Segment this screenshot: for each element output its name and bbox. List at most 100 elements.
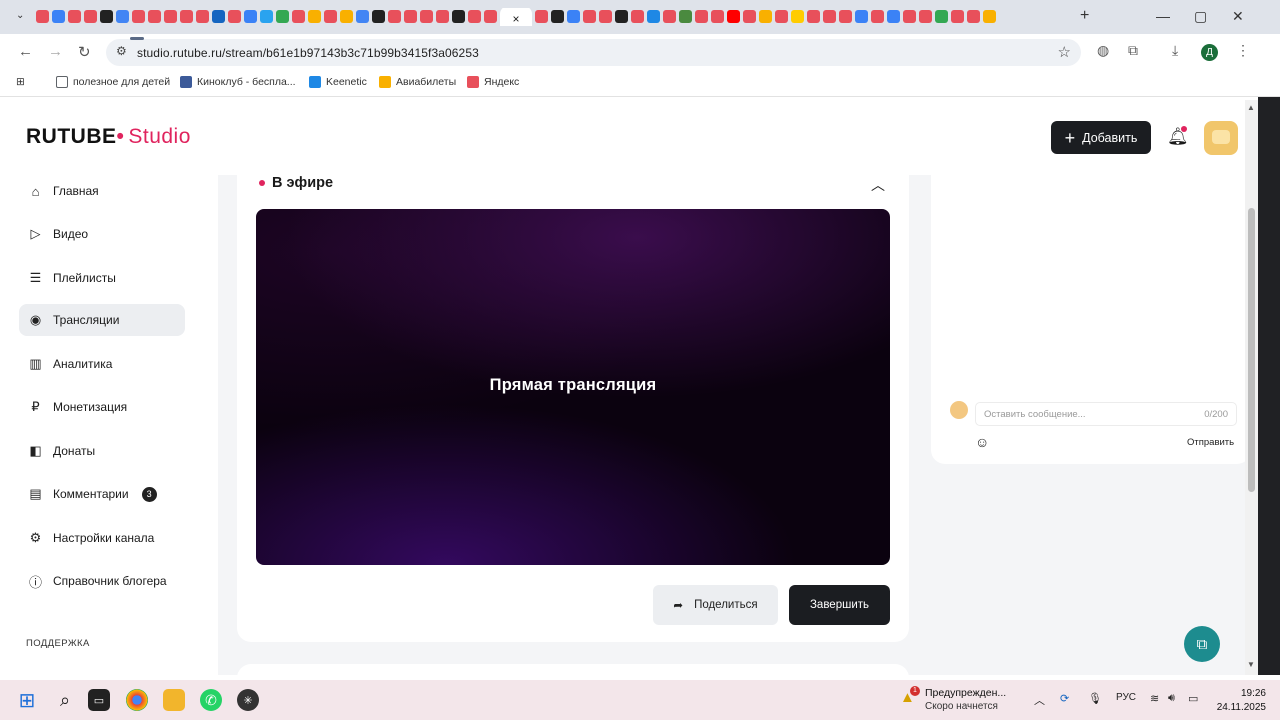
tab-favicon-icon[interactable] (132, 10, 145, 23)
bookmark-star-icon[interactable]: ☆ (1058, 43, 1071, 61)
tab-favicon-icon[interactable] (567, 10, 580, 23)
tray-chevron-icon[interactable]: ︿ (1034, 692, 1045, 708)
tab-favicon-icon[interactable] (340, 10, 353, 23)
support-chat-button[interactable]: ⧉ (1184, 626, 1220, 662)
tab-favicon-icon[interactable] (52, 10, 65, 23)
tab-favicon-icon[interactable] (84, 10, 97, 23)
tab-favicon-icon[interactable] (759, 10, 772, 23)
active-tab-close-icon[interactable]: × (500, 8, 532, 26)
tray-app-icon[interactable]: ⟳ (1060, 692, 1069, 705)
tab-favicon-icon[interactable] (823, 10, 836, 23)
tab-favicon-icon[interactable] (551, 10, 564, 23)
url-text[interactable]: studio.rutube.ru/stream/b61e1b97143b3c71… (137, 46, 479, 60)
tab-favicon-icon[interactable] (663, 10, 676, 23)
tab-favicon-icon[interactable] (468, 10, 481, 23)
bookmark-item[interactable]: Авиабилеты (379, 76, 456, 88)
tab-favicon-icon[interactable] (276, 10, 289, 23)
finish-stream-button[interactable]: Завершить (789, 585, 890, 625)
extensions-icon[interactable]: ⧉ (1128, 42, 1138, 59)
tab-favicon-icon[interactable] (807, 10, 820, 23)
chrome-icon[interactable] (126, 689, 148, 711)
tab-favicon-icon[interactable] (420, 10, 433, 23)
tab-favicon-icon[interactable] (679, 10, 692, 23)
chat-message-input[interactable]: Оставить сообщение... 0/200 (975, 402, 1237, 426)
tab-favicon-icon[interactable] (967, 10, 980, 23)
tab-favicon-icon[interactable] (743, 10, 756, 23)
tab-favicon-icon[interactable] (196, 10, 209, 23)
task-view-icon[interactable]: ▭ (88, 689, 110, 711)
tab-favicon-icon[interactable] (356, 10, 369, 23)
chevron-up-icon[interactable]: ︿ (871, 175, 885, 195)
tab-favicon-icon[interactable] (436, 10, 449, 23)
tab-favicon-icon[interactable] (180, 10, 193, 23)
battery-icon[interactable]: ▭ (1188, 692, 1198, 705)
profile-avatar[interactable]: Д (1201, 44, 1218, 61)
tab-favicon-icon[interactable] (244, 10, 257, 23)
tab-favicon-icon[interactable] (100, 10, 113, 23)
tab-favicon-icon[interactable] (695, 10, 708, 23)
close-window-icon[interactable]: ✕ (1232, 8, 1244, 25)
search-icon[interactable]: ⌕ (54, 689, 76, 711)
tab-favicon-icon[interactable] (388, 10, 401, 23)
tab-favicon-icon[interactable] (839, 10, 852, 23)
apps-grid-icon[interactable]: ⊞ (16, 76, 25, 88)
tab-favicon-icon[interactable] (935, 10, 948, 23)
browser-menu-icon[interactable]: ⋮ (1236, 42, 1250, 59)
system-clock[interactable]: 19:26 24.11.2025 (1212, 687, 1266, 715)
tab-favicon-icon[interactable] (711, 10, 724, 23)
tab-favicon-icon[interactable] (68, 10, 81, 23)
tab-favicon-icon[interactable] (404, 10, 417, 23)
scroll-up-icon[interactable]: ▲ (1247, 103, 1255, 112)
tab-favicon-icon[interactable] (308, 10, 321, 23)
tab-favicon-icon[interactable] (535, 10, 548, 23)
tab-favicon-icon[interactable] (919, 10, 932, 23)
windows-start-icon[interactable]: ⊞ (16, 689, 38, 712)
tab-favicon-icon[interactable] (599, 10, 612, 23)
tab-favicon-icon[interactable] (871, 10, 884, 23)
sidebar-item-home[interactable]: ⌂ Главная (19, 175, 185, 207)
tab-favicon-icon[interactable] (583, 10, 596, 23)
app-icon[interactable]: ✳ (237, 689, 259, 711)
translate-icon[interactable]: ◍ (1097, 42, 1109, 59)
bookmark-item[interactable]: Яндекс (467, 76, 519, 88)
sidebar-item-donations[interactable]: ◧ Донаты (19, 435, 185, 467)
tab-favicon-icon[interactable] (228, 10, 241, 23)
forward-icon[interactable]: → (48, 43, 63, 60)
sidebar-item-monetization[interactable]: ₽ Монетизация (19, 391, 185, 423)
tab-favicon-icon[interactable] (775, 10, 788, 23)
tab-favicon-icon[interactable] (727, 10, 740, 23)
share-button[interactable]: ➦ Поделиться (653, 585, 778, 625)
reload-icon[interactable]: ↻ (78, 43, 91, 61)
tab-favicon-icon[interactable] (372, 10, 385, 23)
tab-favicon-icon[interactable] (260, 10, 273, 23)
user-avatar[interactable] (1204, 121, 1238, 155)
add-button[interactable]: + Добавить (1051, 121, 1151, 154)
bookmark-item[interactable]: полезное для детей (56, 76, 170, 88)
download-icon[interactable]: ⤓ (1172, 42, 1178, 59)
language-indicator[interactable]: РУС (1116, 692, 1136, 703)
tab-favicon-icon[interactable] (631, 10, 644, 23)
sidebar-item-blogger-guide[interactable]: ⓘ Справочник блогера (19, 565, 185, 597)
tab-favicon-icon[interactable] (292, 10, 305, 23)
tab-favicon-icon[interactable] (791, 10, 804, 23)
tab-favicon-icon[interactable] (647, 10, 660, 23)
tab-favicon-icon[interactable] (951, 10, 964, 23)
video-player[interactable]: Прямая трансляция (256, 209, 890, 565)
sidebar-item-analytics[interactable]: ▥ Аналитика (19, 348, 185, 380)
scroll-down-icon[interactable]: ▼ (1247, 660, 1255, 669)
address-bar[interactable]: ⚙ studio.rutube.ru/stream/b61e1b97143b3c… (106, 39, 1081, 66)
file-explorer-icon[interactable] (163, 689, 185, 711)
tab-favicon-icon[interactable] (615, 10, 628, 23)
bookmark-item[interactable]: Keenetic (309, 76, 367, 88)
tab-favicon-icon[interactable] (855, 10, 868, 23)
rutube-studio-logo[interactable]: RUTUBE• Studio (26, 125, 191, 149)
tab-favicon-icon[interactable] (484, 10, 497, 23)
sidebar-item-channel-settings[interactable]: ⚙ Настройки канала (19, 522, 185, 554)
sidebar-item-playlists[interactable]: ☰ Плейлисты (19, 262, 185, 294)
tab-favicon-icon[interactable] (983, 10, 996, 23)
whatsapp-icon[interactable]: ✆ (200, 689, 222, 711)
tab-favicon-icon[interactable] (148, 10, 161, 23)
tab-favicon-icon[interactable] (116, 10, 129, 23)
wifi-icon[interactable]: ≋ (1150, 692, 1159, 705)
emoji-icon[interactable]: ☺ (975, 434, 989, 450)
